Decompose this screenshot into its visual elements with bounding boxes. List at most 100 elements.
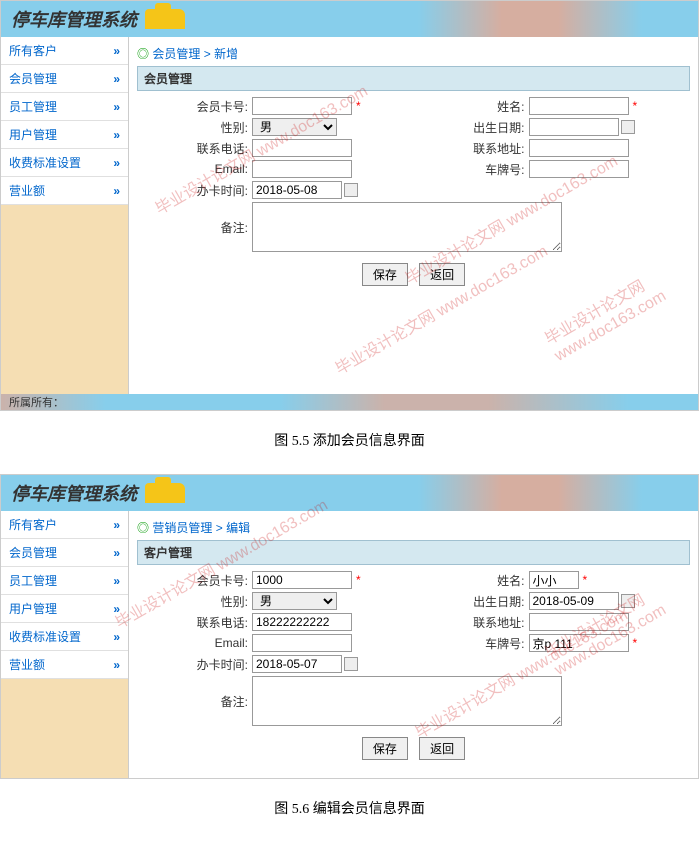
sidebar-item-label: 营业额 xyxy=(9,656,45,673)
phone-input[interactable] xyxy=(252,613,352,631)
calendar-icon[interactable] xyxy=(621,594,635,608)
sidebar-item-label: 员工管理 xyxy=(9,98,57,115)
chevron-right-icon: » xyxy=(113,128,120,142)
taxi-icon xyxy=(145,9,185,29)
footer-decoration xyxy=(1,394,698,410)
breadcrumb: ◎ 会员管理 > 新增 xyxy=(137,41,690,66)
calendar-icon[interactable] xyxy=(344,183,358,197)
birth-label: 出生日期: xyxy=(414,119,529,136)
screenshot-edit-member: 毕业设计论文网 www.doc163.com 毕业设计论文网 www.doc16… xyxy=(0,474,699,779)
app-header: 停车库管理系统 xyxy=(1,475,698,511)
sidebar-item-staff-mgmt[interactable]: 员工管理 » xyxy=(1,567,128,595)
sidebar-item-member-mgmt[interactable]: 会员管理 » xyxy=(1,539,128,567)
chevron-right-icon: » xyxy=(113,44,120,58)
sidebar-item-member-mgmt[interactable]: 会员管理 » xyxy=(1,65,128,93)
phone-label: 联系电话: xyxy=(137,614,252,631)
sidebar-item-label: 用户管理 xyxy=(9,126,57,143)
required-star: * xyxy=(633,99,638,113)
calendar-icon[interactable] xyxy=(344,657,358,671)
email-input[interactable] xyxy=(252,160,352,178)
app-title: 停车库管理系统 xyxy=(11,6,137,32)
back-button[interactable]: 返回 xyxy=(419,737,465,760)
required-star: * xyxy=(356,573,361,587)
sidebar-item-fee-settings[interactable]: 收费标准设置» xyxy=(1,623,128,651)
back-button[interactable]: 返回 xyxy=(419,263,465,286)
breadcrumb-part1[interactable]: 营销员管理 xyxy=(152,521,212,535)
sidebar-item-label: 收费标准设置 xyxy=(9,154,81,171)
addr-label: 联系地址: xyxy=(414,614,529,631)
remark-label: 备注: xyxy=(137,219,252,236)
form-area: 会员卡号:* 姓名:* 性别:男 出生日期: 联系电话: 联系地址: Email… xyxy=(137,565,690,774)
required-star: * xyxy=(633,636,638,650)
panel-title: 会员管理 xyxy=(137,66,690,91)
name-input[interactable] xyxy=(529,97,629,115)
chevron-right-icon: » xyxy=(113,72,120,86)
card-no-label: 会员卡号: xyxy=(137,98,252,115)
chevron-right-icon: » xyxy=(113,630,120,644)
sidebar-item-label: 会员管理 xyxy=(9,544,57,561)
taxi-icon xyxy=(145,483,185,503)
sidebar-item-label: 会员管理 xyxy=(9,70,57,87)
chevron-right-icon: » xyxy=(113,518,120,532)
sidebar-item-all-customers[interactable]: 所有客户» xyxy=(1,37,128,65)
calendar-icon[interactable] xyxy=(621,120,635,134)
addr-input[interactable] xyxy=(529,613,629,631)
footer-text: 所属所有： xyxy=(9,397,64,409)
chevron-right-icon: » xyxy=(113,658,120,672)
chevron-right-icon: » xyxy=(113,100,120,114)
remark-textarea[interactable] xyxy=(252,202,562,252)
gender-label: 性别: xyxy=(137,119,252,136)
main-content: ◎ 会员管理 > 新增 会员管理 会员卡号:* 姓名:* 性别:男 出生日期: … xyxy=(129,37,698,394)
remark-textarea[interactable] xyxy=(252,676,562,726)
breadcrumb-part1[interactable]: 会员管理 xyxy=(152,47,200,61)
gender-select[interactable]: 男 xyxy=(252,592,337,610)
chevron-right-icon: » xyxy=(113,574,120,588)
breadcrumb-part2: 新增 xyxy=(214,47,238,61)
figure-caption-1: 图 5.5 添加会员信息界面 xyxy=(0,416,699,474)
required-star: * xyxy=(583,573,588,587)
breadcrumb-sep: > xyxy=(200,47,214,61)
sidebar-item-label: 员工管理 xyxy=(9,572,57,589)
app-header: 停车库管理系统 xyxy=(1,1,698,37)
gender-select[interactable]: 男 xyxy=(252,118,337,136)
card-no-input[interactable] xyxy=(252,571,352,589)
email-label: Email: xyxy=(137,162,252,176)
addr-input[interactable] xyxy=(529,139,629,157)
birth-label: 出生日期: xyxy=(414,593,529,610)
save-button[interactable]: 保存 xyxy=(362,737,408,760)
chevron-right-icon: » xyxy=(113,602,120,616)
sidebar-item-all-customers[interactable]: 所有客户 » xyxy=(1,511,128,539)
sidebar-item-user-mgmt[interactable]: 用户管理 » xyxy=(1,595,128,623)
birth-input[interactable] xyxy=(529,592,619,610)
sidebar-item-revenue[interactable]: 营业额» xyxy=(1,177,128,205)
sidebar-item-label: 所有客户 xyxy=(9,516,57,533)
name-label: 姓名: xyxy=(414,572,529,589)
card-no-label: 会员卡号: xyxy=(137,572,252,589)
plate-label: 车牌号: xyxy=(414,161,529,178)
header-decoration xyxy=(418,475,698,511)
chevron-right-icon: » xyxy=(113,156,120,170)
plate-input[interactable] xyxy=(529,634,629,652)
chevron-right-icon: » xyxy=(113,546,120,560)
gender-label: 性别: xyxy=(137,593,252,610)
phone-input[interactable] xyxy=(252,139,352,157)
sidebar-item-staff-mgmt[interactable]: 员工管理 » xyxy=(1,93,128,121)
sidebar: 所有客户 » 会员管理 » 员工管理 » 用户管理 » 收费标准设置» 营业额 » xyxy=(1,511,129,778)
addr-label: 联系地址: xyxy=(414,140,529,157)
sidebar-item-fee-settings[interactable]: 收费标准设置 » xyxy=(1,149,128,177)
card-no-input[interactable] xyxy=(252,97,352,115)
birth-input[interactable] xyxy=(529,118,619,136)
sidebar-item-user-mgmt[interactable]: 用户管理 » xyxy=(1,121,128,149)
plate-input[interactable] xyxy=(529,160,629,178)
sidebar-item-revenue[interactable]: 营业额 » xyxy=(1,651,128,679)
required-star: * xyxy=(356,99,361,113)
save-button[interactable]: 保存 xyxy=(362,263,408,286)
email-input[interactable] xyxy=(252,634,352,652)
name-input[interactable] xyxy=(529,571,579,589)
sidebar-item-label: 用户管理 xyxy=(9,600,57,617)
handle-date-input[interactable] xyxy=(252,181,342,199)
screenshot-add-member: 毕业设计论文网 www.doc163.com 毕业设计论文网 www.doc16… xyxy=(0,0,699,411)
handle-date-label: 办卡时间: xyxy=(137,656,252,673)
handle-date-input[interactable] xyxy=(252,655,342,673)
form-area: 会员卡号:* 姓名:* 性别:男 出生日期: 联系电话: 联系地址: Email… xyxy=(137,91,690,390)
